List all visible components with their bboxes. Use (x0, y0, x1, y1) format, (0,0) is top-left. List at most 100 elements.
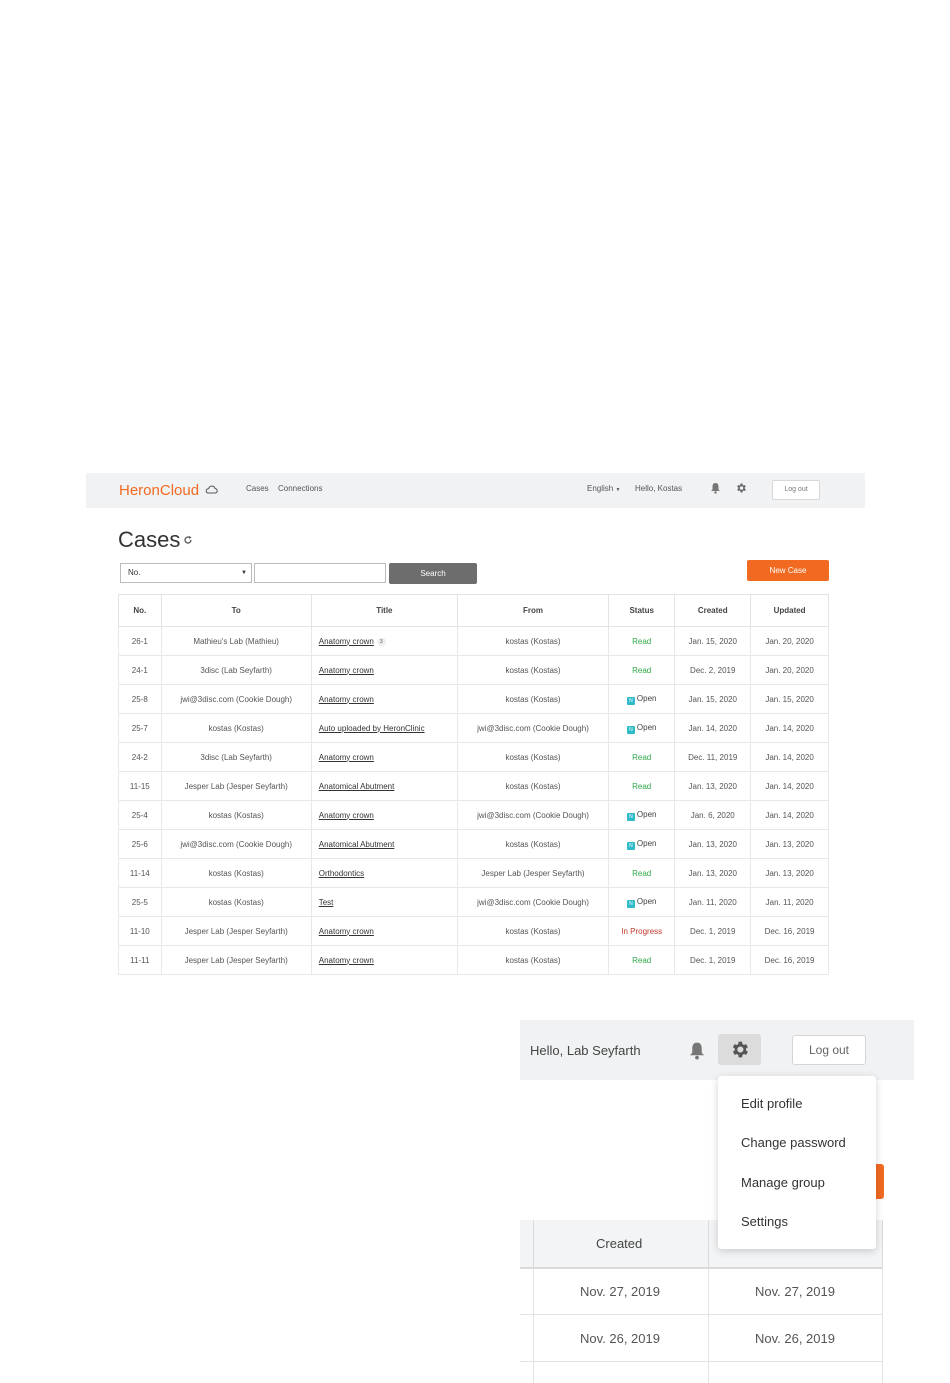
table-row[interactable]: 25-6 jwi@3disc.com (Cookie Dough) Anatomic… (118, 829, 829, 859)
cell-from: kostas (Kostas) (456, 945, 610, 975)
cell-from: jwi@3disc.com (Cookie Dough) (456, 800, 610, 830)
table-row[interactable]: 11-15 Jesper Lab (Jesper Seyfarth) Anatomi… (118, 771, 829, 801)
logout-button[interactable]: Log out (772, 480, 820, 500)
col-status[interactable]: Status (608, 594, 676, 627)
cell-from: kostas (Kostas) (456, 655, 610, 685)
cell-title: Auto uploaded by HeronClinic (310, 713, 458, 743)
greeting: Hello, Lab Seyfarth (530, 1043, 641, 1058)
search-input[interactable] (254, 563, 386, 583)
cell-status: N Open (608, 684, 676, 714)
language-dropdown[interactable]: English ▼ (587, 484, 620, 493)
bell-icon[interactable] (710, 482, 721, 494)
search-button[interactable]: Search (389, 563, 477, 584)
new-badge-icon: N (626, 725, 635, 734)
refresh-icon[interactable] (183, 535, 193, 545)
cell-updated: Dec. 16, 2019 (750, 916, 829, 946)
cell-title: Anatomy crown (310, 655, 458, 685)
cell-created: Dec. 2, 2019 (674, 655, 752, 685)
table-row[interactable]: 24-2 3disc (Lab Seyfarth) Anatomy crown kos… (118, 742, 829, 772)
cell-created: Jan. 15, 2020 (674, 684, 752, 714)
gear-icon[interactable] (735, 482, 747, 494)
cell-to: jwi@3disc.com (Cookie Dough) (160, 829, 312, 859)
case-title-link[interactable]: Anatomical Abutment (319, 782, 395, 791)
new-case-button[interactable]: New Case (747, 560, 829, 581)
table-row[interactable]: 11-14 kostas (Kostas) Orthodontics Jesper L… (118, 858, 829, 888)
logout-button[interactable]: Log out (792, 1035, 866, 1065)
case-title-link[interactable]: Test (319, 898, 334, 907)
created-cell: Nov. 27, 2019 (580, 1284, 660, 1299)
table-row[interactable]: 25-4 kostas (Kostas) Anatomy crown jwi@3dis… (118, 800, 829, 830)
cell-created: Jan. 13, 2020 (674, 771, 752, 801)
cell-title: Anatomy crown 3 (310, 626, 458, 656)
cell-updated: Jan. 14, 2020 (750, 713, 829, 743)
cell-to: 3disc (Lab Seyfarth) (160, 742, 312, 772)
cell-title: Anatomy crown (310, 916, 458, 946)
cell-title: Orthodontics (310, 858, 458, 888)
nav-cases[interactable]: Cases (246, 484, 269, 493)
case-title-link[interactable]: Anatomy crown (319, 927, 374, 936)
table-row[interactable]: Nov. 27, 2019 Nov. 27, 2019 (520, 1268, 883, 1315)
case-title-link[interactable]: Anatomy crown (319, 637, 374, 646)
case-title-link[interactable]: Anatomy crown (319, 753, 374, 762)
nav-connections[interactable]: Connections (278, 484, 322, 493)
cell-status: Read (608, 742, 676, 772)
new-badge-icon: N (626, 899, 635, 908)
cell-title: Anatomy crown (310, 800, 458, 830)
col-created[interactable]: Created (674, 594, 752, 627)
table-row[interactable]: 25-5 kostas (Kostas) Test jwi@3disc.com (Co… (118, 887, 829, 917)
settings-gear-button[interactable] (718, 1034, 761, 1065)
cases-table: No. To Title From Status Created Updated… (118, 594, 829, 975)
cell-to: kostas (Kostas) (160, 858, 312, 888)
cell-title: Anatomical Abutment (310, 829, 458, 859)
filter-select[interactable]: No. ▼ (120, 563, 252, 583)
menu-change-password[interactable]: Change password (741, 1135, 846, 1150)
cell-title: Test (310, 887, 458, 917)
cell-status: N Open (608, 800, 676, 830)
cell-status: Read (608, 945, 676, 975)
zoomed-navbar: Hello, Lab Seyfarth Log out (520, 1020, 914, 1080)
brand-logo[interactable]: HeronCloud (119, 482, 218, 499)
table-row[interactable]: 26-1 Mathieu's Lab (Mathieu) Anatomy crown… (118, 626, 829, 656)
table-row[interactable]: Nov. 26, 2019 Nov. 26, 2019 (520, 1315, 883, 1362)
cell-to: jwi@3disc.com (Cookie Dough) (160, 684, 312, 714)
cell-to: Jesper Lab (Jesper Seyfarth) (160, 771, 312, 801)
caret-down-icon: ▼ (241, 570, 247, 576)
col-created[interactable]: Created (596, 1236, 642, 1251)
col-from[interactable]: From (456, 594, 610, 627)
cell-updated: Jan. 14, 2020 (750, 742, 829, 772)
case-title-link[interactable]: Anatomy crown (319, 956, 374, 965)
cell-no: 11-10 (118, 916, 162, 946)
col-no[interactable]: No. (118, 594, 162, 627)
cell-from: kostas (Kostas) (456, 684, 610, 714)
menu-settings[interactable]: Settings (741, 1214, 788, 1229)
table-row[interactable]: 25-7 kostas (Kostas) Auto uploaded by Hero… (118, 713, 829, 743)
case-title-link[interactable]: Orthodontics (319, 869, 364, 878)
cell-updated: Jan. 15, 2020 (750, 684, 829, 714)
page-title: Cases (118, 527, 181, 552)
greeting: Hello, Kostas (635, 484, 683, 493)
col-title[interactable]: Title (310, 594, 458, 627)
cell-updated: Jan. 14, 2020 (750, 771, 829, 801)
menu-edit-profile[interactable]: Edit profile (741, 1096, 802, 1111)
table-header-row: No. To Title From Status Created Updated (118, 594, 829, 627)
cell-to: kostas (Kostas) (160, 800, 312, 830)
menu-manage-group[interactable]: Manage group (741, 1175, 825, 1190)
table-row[interactable]: 11-10 Jesper Lab (Jesper Seyfarth) Anatomy… (118, 916, 829, 946)
case-title-link[interactable]: Anatomy crown (319, 666, 374, 675)
cell-created: Dec. 1, 2019 (674, 916, 752, 946)
case-title-link[interactable]: Anatomical Abutment (319, 840, 395, 849)
cell-no: 25-6 (118, 829, 162, 859)
case-title-link[interactable]: Anatomy crown (319, 811, 374, 820)
bell-icon[interactable] (688, 1041, 706, 1060)
table-row[interactable]: 25-8 jwi@3disc.com (Cookie Dough) Anatomy … (118, 684, 829, 714)
col-to[interactable]: To (160, 594, 312, 627)
case-title-link[interactable]: Auto uploaded by HeronClinic (319, 724, 425, 733)
cell-updated: Jan. 14, 2020 (750, 800, 829, 830)
table-row[interactable]: 11-11 Jesper Lab (Jesper Seyfarth) Anatomy… (118, 945, 829, 975)
col-updated[interactable]: Updated (750, 594, 829, 627)
table-row[interactable]: 24-1 3disc (Lab Seyfarth) Anatomy crown kos… (118, 655, 829, 685)
updated-cell: Nov. 26, 2019 (755, 1331, 835, 1346)
cell-created: Jan. 13, 2020 (674, 858, 752, 888)
cell-updated: Jan. 13, 2020 (750, 858, 829, 888)
case-title-link[interactable]: Anatomy crown (319, 695, 374, 704)
